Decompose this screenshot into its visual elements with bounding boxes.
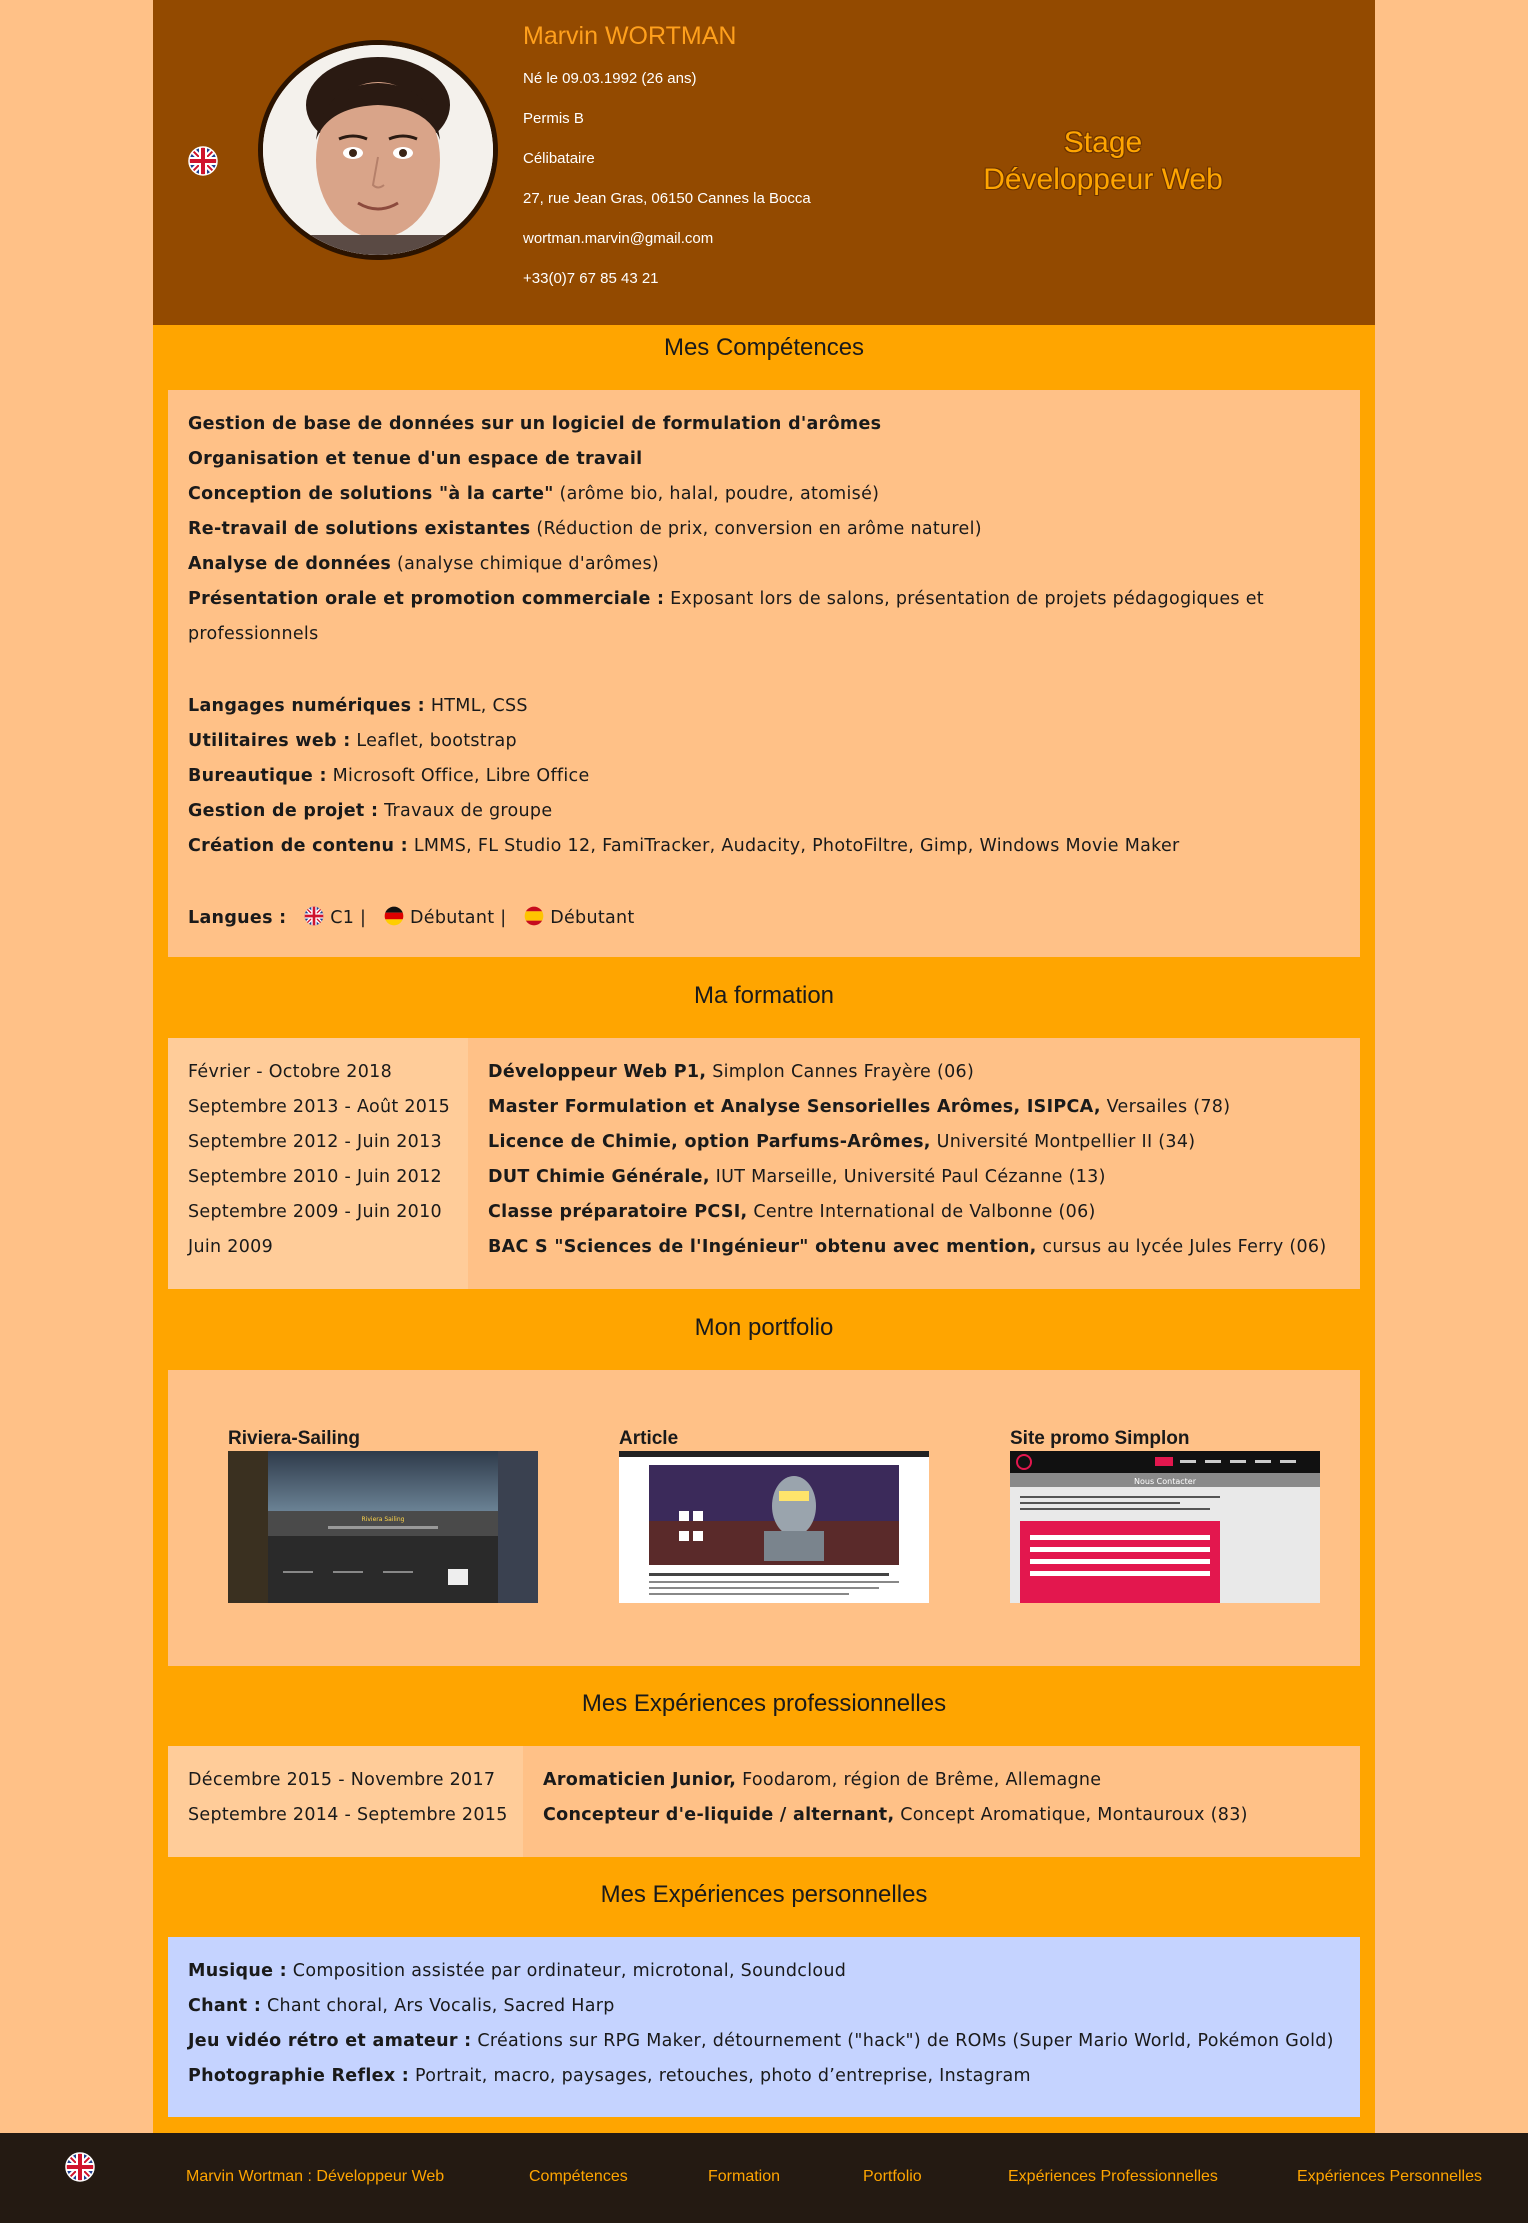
english-flag-icon[interactable] [188,146,218,176]
german-level: Débutant | [410,908,507,928]
footer-link-formation[interactable]: Formation [708,2168,780,2186]
portfolio-box: Riviera-Sailing Riviera Sailing Article [168,1370,1360,1666]
formation-entry: Classe préparatoire PCSI, Centre Interna… [488,1202,1096,1222]
tool-item: Gestion de projet : Travaux de groupe [188,801,553,821]
hobby-item: Photographie Reflex : Portrait, macro, p… [188,2066,1031,2086]
formation-date: Septembre 2009 - Juin 2010 [188,1202,442,1222]
email[interactable]: wortman.marvin@gmail.com [523,230,713,247]
job-target-line1: Stage [1063,126,1143,159]
profile-photo [258,40,498,260]
portfolio-item-title[interactable]: Riviera-Sailing [228,1428,360,1450]
experiences-pro-dates-column [168,1746,523,1857]
experiences-pro-box: Décembre 2015 - Novembre 2017 Septembre … [168,1746,1360,1857]
competences-box: Gestion de base de données sur un logici… [168,390,1360,957]
portfolio-item-title[interactable]: Site promo Simplon [1010,1428,1189,1450]
competence-item: Re-travail de solutions existantes (Rédu… [188,519,982,539]
portfolio-thumb-simplon[interactable]: Nous Contacter [1010,1451,1320,1603]
experience-date: Septembre 2014 - Septembre 2015 [188,1805,508,1825]
cv-page: Marvin WORTMAN Né le 09.03.1992 (26 ans)… [153,0,1375,2133]
formation-box: Février - Octobre 2018 Septembre 2013 - … [168,1038,1360,1289]
formation-entry: BAC S "Sciences de l'Ingénieur" obtenu a… [488,1237,1327,1257]
formation-entry: DUT Chimie Générale, IUT Marseille, Univ… [488,1167,1106,1187]
formation-entry: Développeur Web P1, Simplon Cannes Frayè… [488,1062,975,1082]
marital-status: Célibataire [523,150,595,167]
formation-date: Juin 2009 [188,1237,274,1257]
footer-link-competences[interactable]: Compétences [529,2168,628,2186]
footer-english-flag-icon[interactable] [65,2152,95,2182]
spanish-level: Débutant [550,908,635,928]
profile-header: Marvin WORTMAN Né le 09.03.1992 (26 ans)… [153,0,1375,325]
hobby-item: Chant : Chant choral, Ars Vocalis, Sacre… [188,1996,615,2016]
portfolio-thumb-riviera-sailing[interactable]: Riviera Sailing [228,1451,538,1603]
section-title-experiences-perso: Mes Expériences personnelles [600,1881,928,1908]
address: 27, rue Jean Gras, 06150 Cannes la Bocca [523,190,811,207]
portfolio-thumb-article[interactable] [619,1451,929,1603]
experience-entry: Aromaticien Junior, Foodarom, région de … [543,1770,1102,1790]
uk-flag-icon [305,906,324,926]
sailing-thumb-heading: Riviera Sailing [362,1516,405,1523]
experience-entry: Concepteur d'e-liquide / alternant, Conc… [543,1805,1248,1825]
section-title-competences: Mes Compétences [663,334,865,361]
hobby-item: Jeu vidéo rétro et amateur : Créations s… [188,2031,1334,2051]
formation-date: Septembre 2012 - Juin 2013 [188,1132,442,1152]
competence-item: Conception de solutions "à la carte" (ar… [188,484,880,504]
simplon-thumb-heading: Nous Contacter [1134,1477,1197,1486]
tool-item: Bureautique : Microsoft Office, Libre Of… [188,766,590,786]
formation-date: Septembre 2013 - Août 2015 [188,1097,451,1117]
formation-date: Septembre 2010 - Juin 2012 [188,1167,442,1187]
formation-entry: Master Formulation et Analyse Sensoriell… [488,1097,1231,1117]
languages-label: Langues : [188,908,287,928]
footer-link-portfolio[interactable]: Portfolio [863,2168,922,2186]
experiences-perso-box: Musique : Composition assistée par ordin… [168,1937,1360,2117]
competence-item-wrap: professionnels [188,624,319,644]
birth-date: Né le 09.03.1992 (26 ans) [523,70,697,87]
section-title-experiences-pro: Mes Expériences professionnelles [581,1690,947,1717]
phone: +33(0)7 67 85 43 21 [523,270,659,287]
tool-item: Utilitaires web : Leaflet, bootstrap [188,731,517,751]
driving-licence: Permis B [523,110,584,127]
languages-row: Langues : C1 | Débutant | Débutant [188,906,635,928]
footer-link-home[interactable]: Marvin Wortman : Développeur Web [186,2168,444,2186]
hobby-item: Musique : Composition assistée par ordin… [188,1961,847,1981]
competence-item: Analyse de données (analyse chimique d'a… [188,554,660,574]
portfolio-item-title[interactable]: Article [619,1428,678,1450]
competence-item: Gestion de base de données sur un logici… [188,414,882,434]
competence-item: Présentation orale et promotion commerci… [188,589,1264,609]
tool-item: Langages numériques : HTML, CSS [188,696,528,716]
tool-item: Création de contenu : LMMS, FL Studio 12… [188,836,1180,856]
footer-link-experiences-pro[interactable]: Expériences Professionnelles [1008,2168,1218,2186]
job-target: Stage Développeur Web [923,124,1283,198]
formation-date: Février - Octobre 2018 [188,1062,393,1082]
competence-item: Organisation et tenue d'un espace de tra… [188,449,643,469]
formation-entry: Licence de Chimie, option Parfums-Arômes… [488,1132,1196,1152]
spanish-flag-icon [524,906,544,926]
section-title-formation: Ma formation [693,982,835,1009]
section-title-portfolio: Mon portfolio [694,1314,834,1341]
english-level: C1 | [330,908,367,928]
profile-name: Marvin WORTMAN [523,22,737,50]
german-flag-icon [384,906,404,926]
experience-date: Décembre 2015 - Novembre 2017 [188,1770,496,1790]
job-target-line2: Développeur Web [983,163,1223,196]
footer-link-experiences-perso[interactable]: Expériences Personnelles [1297,2168,1482,2186]
